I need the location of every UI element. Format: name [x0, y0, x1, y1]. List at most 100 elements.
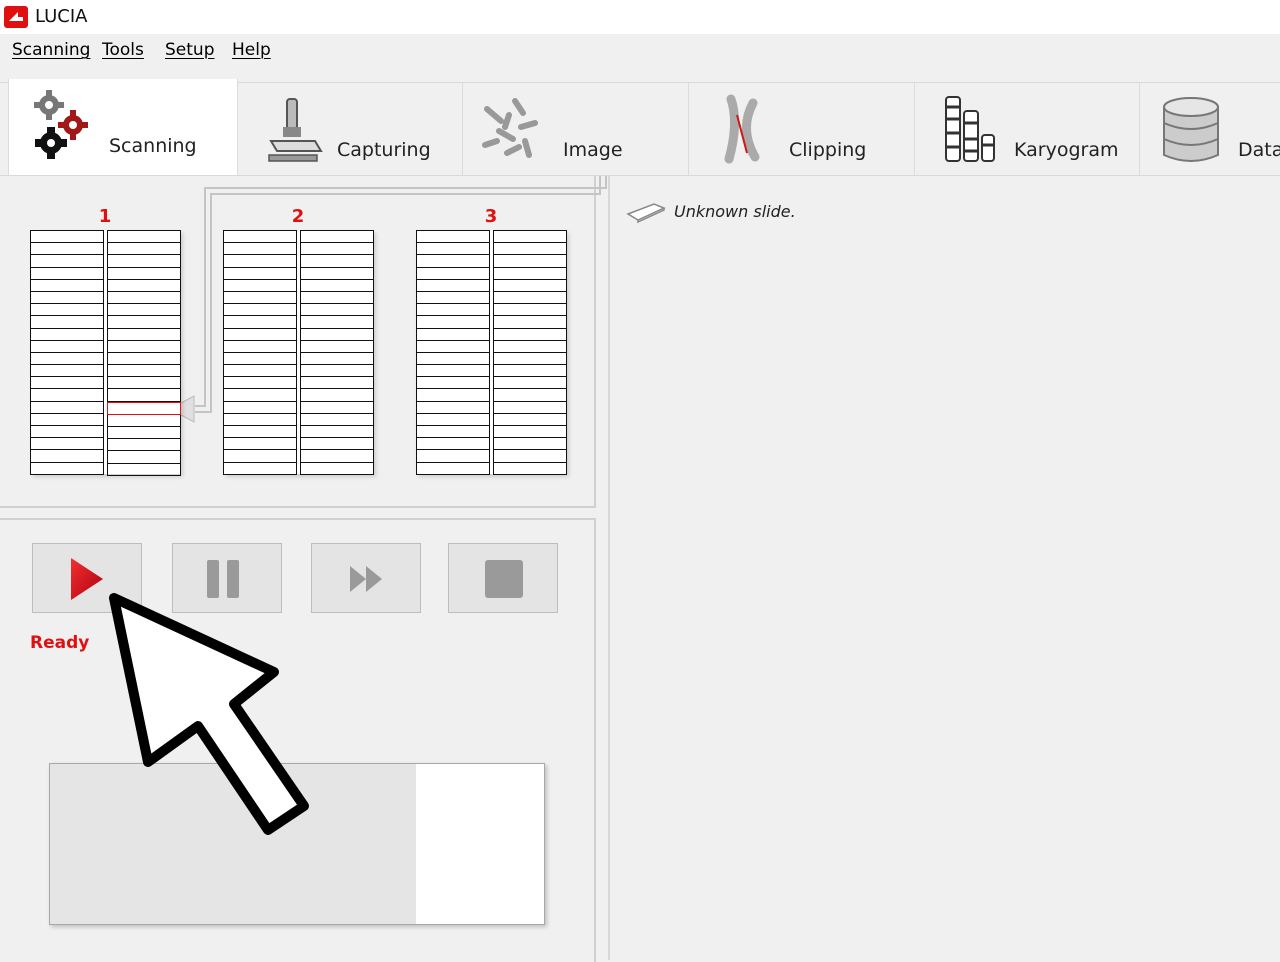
slide-slot[interactable] — [107, 255, 181, 268]
slide-slot[interactable] — [223, 389, 297, 402]
slide-slot[interactable] — [30, 304, 104, 317]
slide-slot[interactable] — [416, 340, 490, 353]
slide-slot[interactable] — [300, 401, 374, 414]
slide-slot[interactable] — [107, 352, 181, 366]
tab-image[interactable]: Image — [463, 83, 689, 175]
slide-slot[interactable] — [107, 389, 181, 402]
slide-slot[interactable] — [416, 243, 490, 256]
slide-slot[interactable] — [300, 279, 374, 292]
slide-slot[interactable] — [416, 450, 490, 463]
slide-slot[interactable] — [300, 255, 374, 268]
slide-slot[interactable] — [107, 463, 181, 476]
slide-slot[interactable] — [300, 230, 374, 244]
slide-slot[interactable] — [107, 340, 181, 353]
slide-slot[interactable] — [107, 316, 181, 329]
slide-slot[interactable] — [30, 255, 104, 268]
slide-slot[interactable] — [30, 230, 104, 244]
current-slide-slot[interactable] — [107, 401, 181, 415]
slide-slot[interactable] — [493, 352, 567, 366]
slide-slot[interactable] — [416, 291, 490, 305]
slide-slot[interactable] — [493, 304, 567, 317]
slide-slot[interactable] — [493, 316, 567, 329]
slide-slot[interactable] — [493, 438, 567, 451]
slide-slot[interactable] — [30, 291, 104, 305]
tab-karyogram[interactable]: Karyogram — [914, 83, 1140, 175]
skip-slide-button[interactable] — [311, 543, 421, 613]
slide-slot[interactable] — [107, 243, 181, 256]
slide-slot[interactable] — [416, 316, 490, 329]
slide-slot[interactable] — [223, 279, 297, 292]
menu-scanning[interactable]: Scanning — [12, 40, 90, 60]
slide-slot[interactable] — [493, 426, 567, 439]
slide-slot[interactable] — [300, 304, 374, 317]
slide-slot[interactable] — [30, 377, 104, 390]
slide-slot[interactable] — [30, 438, 104, 451]
tab-capturing[interactable]: Capturing — [237, 83, 463, 175]
slide-slot[interactable] — [300, 365, 374, 378]
slide-slot[interactable] — [107, 328, 181, 341]
slide-rack-2[interactable] — [223, 230, 374, 475]
slide-slot[interactable] — [416, 413, 490, 426]
slide-slot[interactable] — [30, 279, 104, 292]
slide-slot[interactable] — [416, 426, 490, 439]
slide-slot[interactable] — [300, 426, 374, 439]
slide-slot[interactable] — [223, 413, 297, 426]
slide-slot[interactable] — [493, 243, 567, 256]
slide-slot[interactable] — [300, 267, 374, 280]
slide-slot[interactable] — [107, 414, 181, 427]
slide-slot[interactable] — [107, 304, 181, 317]
slide-slot[interactable] — [30, 328, 104, 341]
slide-slot[interactable] — [223, 255, 297, 268]
slide-slot[interactable] — [223, 230, 297, 244]
slide-slot[interactable] — [30, 243, 104, 256]
slide-slot[interactable] — [416, 352, 490, 366]
menu-setup[interactable]: Setup — [165, 40, 214, 60]
slide-slot[interactable] — [300, 377, 374, 390]
slide-slot[interactable] — [300, 352, 374, 366]
slide-slot[interactable] — [300, 413, 374, 426]
slide-slot[interactable] — [107, 427, 181, 440]
slide-rack-1[interactable] — [30, 230, 181, 476]
slide-slot[interactable] — [493, 279, 567, 292]
slide-slot[interactable] — [416, 267, 490, 280]
slide-slot[interactable] — [300, 438, 374, 451]
slide-slot[interactable] — [493, 413, 567, 426]
slide-slot[interactable] — [30, 462, 104, 475]
slide-slot[interactable] — [223, 243, 297, 256]
slide-slot[interactable] — [107, 267, 181, 280]
slide-slot[interactable] — [416, 230, 490, 244]
slide-slot[interactable] — [30, 365, 104, 378]
slide-slot[interactable] — [30, 316, 104, 329]
tab-data[interactable]: Data — [1140, 83, 1280, 175]
slide-slot[interactable] — [416, 365, 490, 378]
slide-slot[interactable] — [493, 450, 567, 463]
menu-tools[interactable]: Tools — [102, 40, 144, 60]
slide-slot[interactable] — [300, 389, 374, 402]
slide-slot[interactable] — [223, 328, 297, 341]
slide-slot[interactable] — [416, 401, 490, 414]
slide-slot[interactable] — [107, 279, 181, 292]
slide-slot[interactable] — [107, 230, 181, 244]
slide-slot[interactable] — [493, 267, 567, 280]
slide-slot[interactable] — [30, 401, 104, 414]
slide-slot[interactable] — [223, 426, 297, 439]
slide-slot[interactable] — [30, 352, 104, 366]
slide-slot[interactable] — [416, 279, 490, 292]
slide-slot[interactable] — [493, 230, 567, 244]
slide-slot[interactable] — [493, 328, 567, 341]
slide-slot[interactable] — [30, 413, 104, 426]
slide-slot[interactable] — [493, 462, 567, 475]
slide-slot[interactable] — [223, 401, 297, 414]
slide-slot[interactable] — [493, 291, 567, 305]
slide-slot[interactable] — [493, 340, 567, 353]
slide-slot[interactable] — [223, 340, 297, 353]
tab-scanning[interactable]: Scanning — [8, 79, 238, 175]
slide-slot[interactable] — [416, 255, 490, 268]
slide-slot[interactable] — [416, 304, 490, 317]
slide-slot[interactable] — [300, 340, 374, 353]
tab-clipping[interactable]: Clipping — [689, 83, 915, 175]
slide-slot[interactable] — [493, 377, 567, 390]
slide-slot[interactable] — [107, 439, 181, 452]
slide-slot[interactable] — [223, 462, 297, 475]
slide-slot[interactable] — [416, 462, 490, 475]
